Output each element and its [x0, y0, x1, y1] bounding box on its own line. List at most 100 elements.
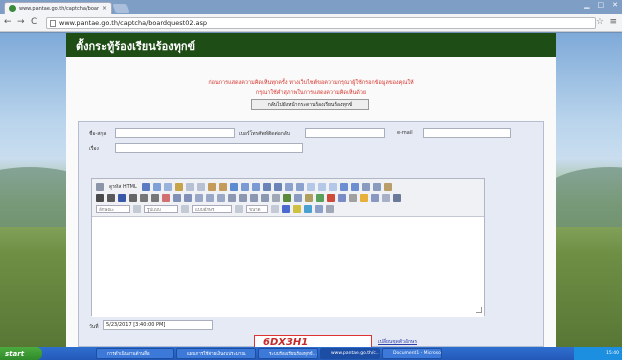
- tab-close-icon[interactable]: ×: [102, 5, 107, 12]
- minimize-icon[interactable]: ▁: [584, 1, 589, 9]
- browser-tab[interactable]: www.pantae.go.th/captcha/boardquest02.as…: [4, 2, 112, 14]
- iframe-icon[interactable]: [393, 194, 401, 202]
- name-input[interactable]: [115, 128, 235, 138]
- site-favicon-icon: [9, 5, 16, 12]
- date-label: วันที่: [89, 324, 99, 330]
- chevron-down-icon[interactable]: [133, 205, 141, 213]
- back-to-board-button[interactable]: กลับไปยังหน้ากระดานร้องเรียนร้องทุกข์: [251, 99, 369, 110]
- flash-icon[interactable]: [327, 194, 335, 202]
- select-field-icon[interactable]: [361, 183, 370, 191]
- bold-icon[interactable]: [96, 194, 104, 202]
- cut-icon[interactable]: [185, 183, 194, 191]
- text-direction-icon[interactable]: [272, 194, 280, 202]
- redo-icon[interactable]: [251, 183, 260, 191]
- text-color-icon[interactable]: [282, 205, 290, 213]
- subscript-icon[interactable]: [140, 194, 148, 202]
- page-break-icon[interactable]: [382, 194, 390, 202]
- textarea-icon[interactable]: [350, 183, 359, 191]
- replace-icon[interactable]: [273, 183, 282, 191]
- paste-word-icon[interactable]: [229, 183, 238, 191]
- chevron-down-icon[interactable]: [235, 205, 243, 213]
- superscript-icon[interactable]: [151, 194, 159, 202]
- bookmark-star-icon[interactable]: ☆: [596, 17, 604, 27]
- back-arrow-icon[interactable]: ←: [4, 17, 12, 27]
- link-icon[interactable]: [283, 194, 291, 202]
- special-char-icon[interactable]: [371, 194, 379, 202]
- anchor-icon[interactable]: [305, 194, 313, 202]
- about-icon[interactable]: [326, 205, 334, 213]
- browser-menu-icon[interactable]: ≡: [609, 17, 617, 27]
- image-button-icon[interactable]: [383, 183, 392, 191]
- align-justify-icon[interactable]: [261, 194, 269, 202]
- format-combo[interactable]: รูปแบบ: [144, 205, 178, 213]
- print-icon[interactable]: [174, 183, 183, 191]
- taskbar-item-browser-2[interactable]: www.pantae.go.th/c...: [320, 348, 380, 359]
- font-combo[interactable]: แบบอักษร: [192, 205, 232, 213]
- change-captcha-link[interactable]: เปลี่ยนชุดตัวอักษร: [378, 338, 417, 346]
- indent-icon[interactable]: [206, 194, 214, 202]
- captcha-text: 6DX3H1: [263, 337, 309, 347]
- style-combo[interactable]: ลักษณะ: [96, 205, 130, 213]
- radio-icon[interactable]: [328, 183, 337, 191]
- spellcheck-icon[interactable]: [295, 183, 304, 191]
- save-icon[interactable]: [141, 183, 150, 191]
- preview-icon[interactable]: [163, 183, 172, 191]
- reload-icon[interactable]: C: [31, 17, 37, 27]
- maximize-icon[interactable]: □: [598, 1, 605, 9]
- source-icon: [96, 183, 104, 191]
- chevron-down-icon[interactable]: [271, 205, 279, 213]
- button-field-icon[interactable]: [372, 183, 381, 191]
- align-right-icon[interactable]: [250, 194, 258, 202]
- find-icon[interactable]: [262, 183, 271, 191]
- select-all-icon[interactable]: [284, 183, 293, 191]
- outdent-icon[interactable]: [195, 194, 203, 202]
- table-icon[interactable]: [338, 194, 346, 202]
- bg-color-icon[interactable]: [293, 205, 301, 213]
- paste-text-icon[interactable]: [218, 183, 227, 191]
- close-window-icon[interactable]: ✕: [612, 1, 618, 9]
- taskbar-item-word[interactable]: Document1 - Microsof...: [382, 348, 442, 359]
- remove-format-icon[interactable]: [162, 194, 170, 202]
- address-url: www.pantae.go.th/captcha/boardquest02.as…: [59, 19, 208, 27]
- unlink-icon[interactable]: [294, 194, 302, 202]
- horizontal-rule-icon[interactable]: [349, 194, 357, 202]
- textfield-icon[interactable]: [339, 183, 348, 191]
- underline-icon[interactable]: [118, 194, 126, 202]
- blockquote-icon[interactable]: [217, 194, 225, 202]
- taskbar-item-folder-1[interactable]: การดำเนินงานด้านสื่อ: [96, 348, 174, 359]
- taskbar-item-folder-2[interactable]: แผนการใช้จ่ายเงินงบประมาณ: [176, 348, 256, 359]
- page-header: ตั้งกระทู้ร้องเรียนร้องทุกข์: [66, 33, 556, 57]
- date-input[interactable]: 5/23/2017 [3:40:00 PM]: [103, 320, 213, 330]
- maximize-editor-icon[interactable]: [304, 205, 312, 213]
- form-icon[interactable]: [306, 183, 315, 191]
- smiley-icon[interactable]: [360, 194, 368, 202]
- forward-arrow-icon[interactable]: →: [17, 17, 25, 27]
- subject-input[interactable]: [115, 143, 303, 153]
- phone-input[interactable]: [305, 128, 385, 138]
- size-combo[interactable]: ขนาด: [246, 205, 268, 213]
- chevron-down-icon[interactable]: [181, 205, 189, 213]
- numbered-list-icon[interactable]: [173, 194, 181, 202]
- view-source-button[interactable]: ดูรหัส HTML: [107, 183, 139, 191]
- bullet-list-icon[interactable]: [184, 194, 192, 202]
- editor-toolbar-row-3: ลักษณะ รูปแบบ แบบอักษร ขนาด: [96, 204, 334, 214]
- checkbox-icon[interactable]: [317, 183, 326, 191]
- new-tab-button[interactable]: [112, 4, 130, 13]
- taskbar-item-browser-1[interactable]: ระบบร้องเรียนร้องทุกข์...: [258, 348, 318, 359]
- copy-icon[interactable]: [196, 183, 205, 191]
- paste-icon[interactable]: [207, 183, 216, 191]
- email-input[interactable]: [423, 128, 511, 138]
- strikethrough-icon[interactable]: [129, 194, 137, 202]
- new-page-icon[interactable]: [152, 183, 161, 191]
- address-bar[interactable]: www.pantae.go.th/captcha/boardquest02.as…: [46, 17, 596, 29]
- align-left-icon[interactable]: [228, 194, 236, 202]
- resize-handle-icon[interactable]: [476, 307, 482, 313]
- show-blocks-icon[interactable]: [315, 205, 323, 213]
- undo-icon[interactable]: [240, 183, 249, 191]
- start-button[interactable]: start: [0, 347, 42, 360]
- editor-body[interactable]: [92, 217, 484, 317]
- align-center-icon[interactable]: [239, 194, 247, 202]
- captcha-image: 6DX3H1: [254, 335, 372, 347]
- image-icon[interactable]: [316, 194, 324, 202]
- italic-icon[interactable]: [107, 194, 115, 202]
